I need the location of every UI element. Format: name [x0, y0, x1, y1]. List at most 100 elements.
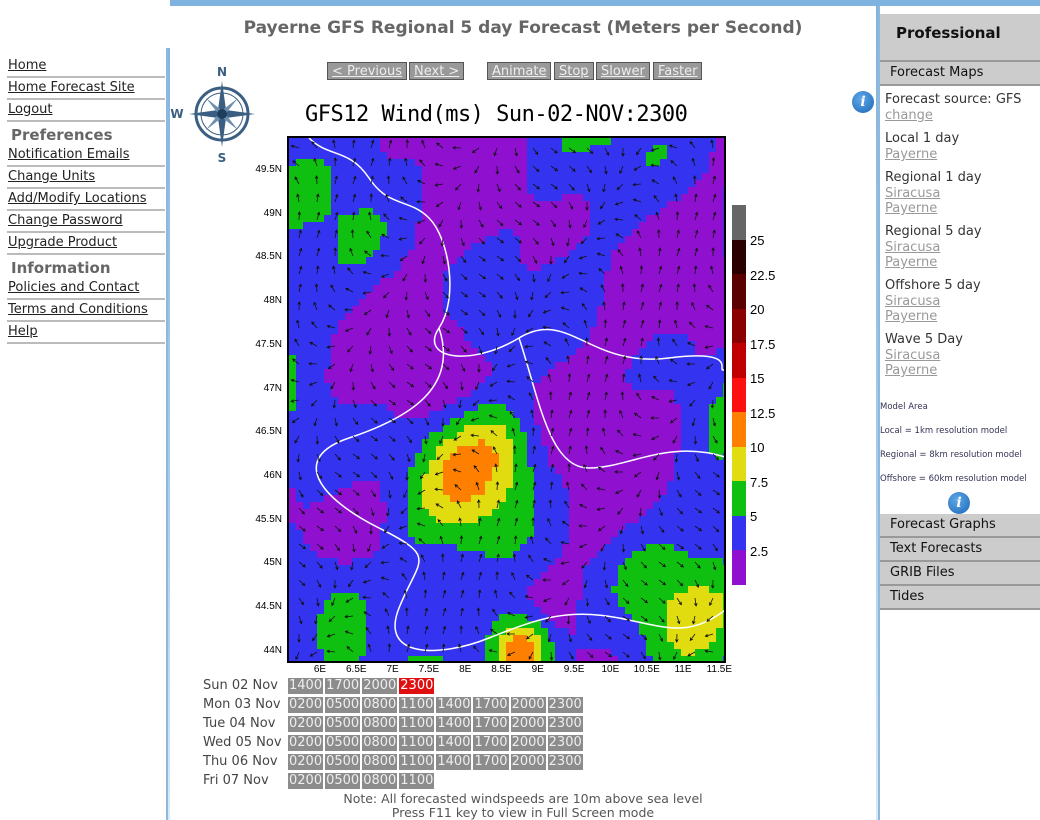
wind-cell: [597, 453, 604, 460]
wind-cell: [338, 600, 345, 607]
next-button[interactable]: Next >: [409, 62, 465, 80]
nav-link[interactable]: Change Units: [7, 167, 165, 189]
wind-cell: [639, 138, 646, 145]
wind-cell: [464, 481, 471, 488]
wind-cell: [723, 565, 724, 572]
wind-cell: [352, 243, 359, 250]
wind-cell: [506, 418, 513, 425]
wind-cell: [660, 257, 667, 264]
wind-cell: [366, 271, 373, 278]
nav-link[interactable]: Terms and Conditions: [7, 300, 165, 322]
wind-cell: [653, 439, 660, 446]
wind-cell: [709, 432, 716, 439]
wind-cell: [506, 187, 513, 194]
wind-cell: [716, 516, 723, 523]
wind-cell: [597, 481, 604, 488]
wind-cell: [569, 579, 576, 586]
wind-cell: [296, 509, 303, 516]
wind-cell: [667, 152, 674, 159]
wind-cell: [506, 271, 513, 278]
nav-link[interactable]: Upgrade Product: [7, 233, 165, 255]
wind-cell: [443, 425, 450, 432]
wind-cell: [345, 474, 352, 481]
map-title: GFS12 Wind(ms) Sun-02-NOV:2300: [305, 102, 688, 127]
wind-cell: [422, 194, 429, 201]
slower-button[interactable]: Slower: [596, 62, 650, 80]
wind-cell: [597, 635, 604, 642]
wind-cell: [471, 558, 478, 565]
wind-cell: [681, 341, 688, 348]
wind-cell: [569, 516, 576, 523]
wind-cell: [604, 523, 611, 530]
wind-cell: [695, 306, 702, 313]
wind-cell: [548, 306, 555, 313]
wind-cell: [394, 376, 401, 383]
wind-cell: [618, 572, 625, 579]
wind-cell: [443, 194, 450, 201]
faster-button[interactable]: Faster: [653, 62, 703, 80]
wind-cell: [555, 572, 562, 579]
wind-cell: [681, 292, 688, 299]
nav-link[interactable]: Policies and Contact: [7, 278, 165, 300]
wind-cell: [611, 159, 618, 166]
wind-cell: [457, 152, 464, 159]
wind-cell: [667, 509, 674, 516]
wind-cell: [303, 243, 310, 250]
nav-link[interactable]: Help: [7, 322, 165, 344]
nav-link[interactable]: Change Password: [7, 211, 165, 233]
wind-cell: [380, 243, 387, 250]
wind-cell: [485, 390, 492, 397]
wind-cell: [639, 362, 646, 369]
wind-cell: [345, 166, 352, 173]
wind-cell: [345, 460, 352, 467]
wind-cell: [653, 565, 660, 572]
wind-cell: [618, 313, 625, 320]
wind-cell: [576, 264, 583, 271]
nav-link[interactable]: Home Forecast Site: [7, 78, 165, 100]
wind-cell: [569, 215, 576, 222]
wind-cell: [296, 544, 303, 551]
wind-cell: [506, 201, 513, 208]
previous-button[interactable]: < Previous: [327, 62, 407, 80]
nav-link[interactable]: Home: [7, 56, 165, 78]
wind-cell: [485, 537, 492, 544]
wind-cell: [331, 390, 338, 397]
wind-cell: [555, 621, 562, 628]
wind-cell: [723, 628, 724, 635]
wind-cell: [436, 278, 443, 285]
wind-cell: [576, 530, 583, 537]
wind-cell: [576, 390, 583, 397]
wind-cell: [464, 173, 471, 180]
wind-cell: [590, 173, 597, 180]
stop-button[interactable]: Stop: [554, 62, 594, 80]
animate-button[interactable]: Animate: [487, 62, 552, 80]
wind-cell: [548, 418, 555, 425]
wind-cell: [653, 327, 660, 334]
wind-cell: [394, 138, 401, 145]
wind-cell: [317, 159, 324, 166]
wind-cell: [408, 488, 415, 495]
nav-link[interactable]: Notification Emails: [7, 145, 165, 167]
wind-cell: [415, 348, 422, 355]
wind-cell: [632, 649, 639, 656]
wind-cell: [492, 530, 499, 537]
wind-cell: [702, 460, 709, 467]
wind-cell: [324, 292, 331, 299]
wind-cell: [303, 362, 310, 369]
wind-cell: [471, 586, 478, 593]
wind-cell: [331, 502, 338, 509]
wind-cell: [387, 537, 394, 544]
nav-link[interactable]: Add/Modify Locations: [7, 189, 165, 211]
wind-cell: [590, 495, 597, 502]
wind-cell: [576, 306, 583, 313]
wind-cell: [450, 565, 457, 572]
wind-cell: [688, 607, 695, 614]
wind-cell: [590, 327, 597, 334]
wind-cell: [443, 635, 450, 642]
wind-cell: [464, 635, 471, 642]
wind-cell: [317, 306, 324, 313]
wind-cell: [443, 481, 450, 488]
wind-cell: [681, 236, 688, 243]
wind-cell: [632, 208, 639, 215]
nav-link[interactable]: Logout: [7, 100, 165, 122]
